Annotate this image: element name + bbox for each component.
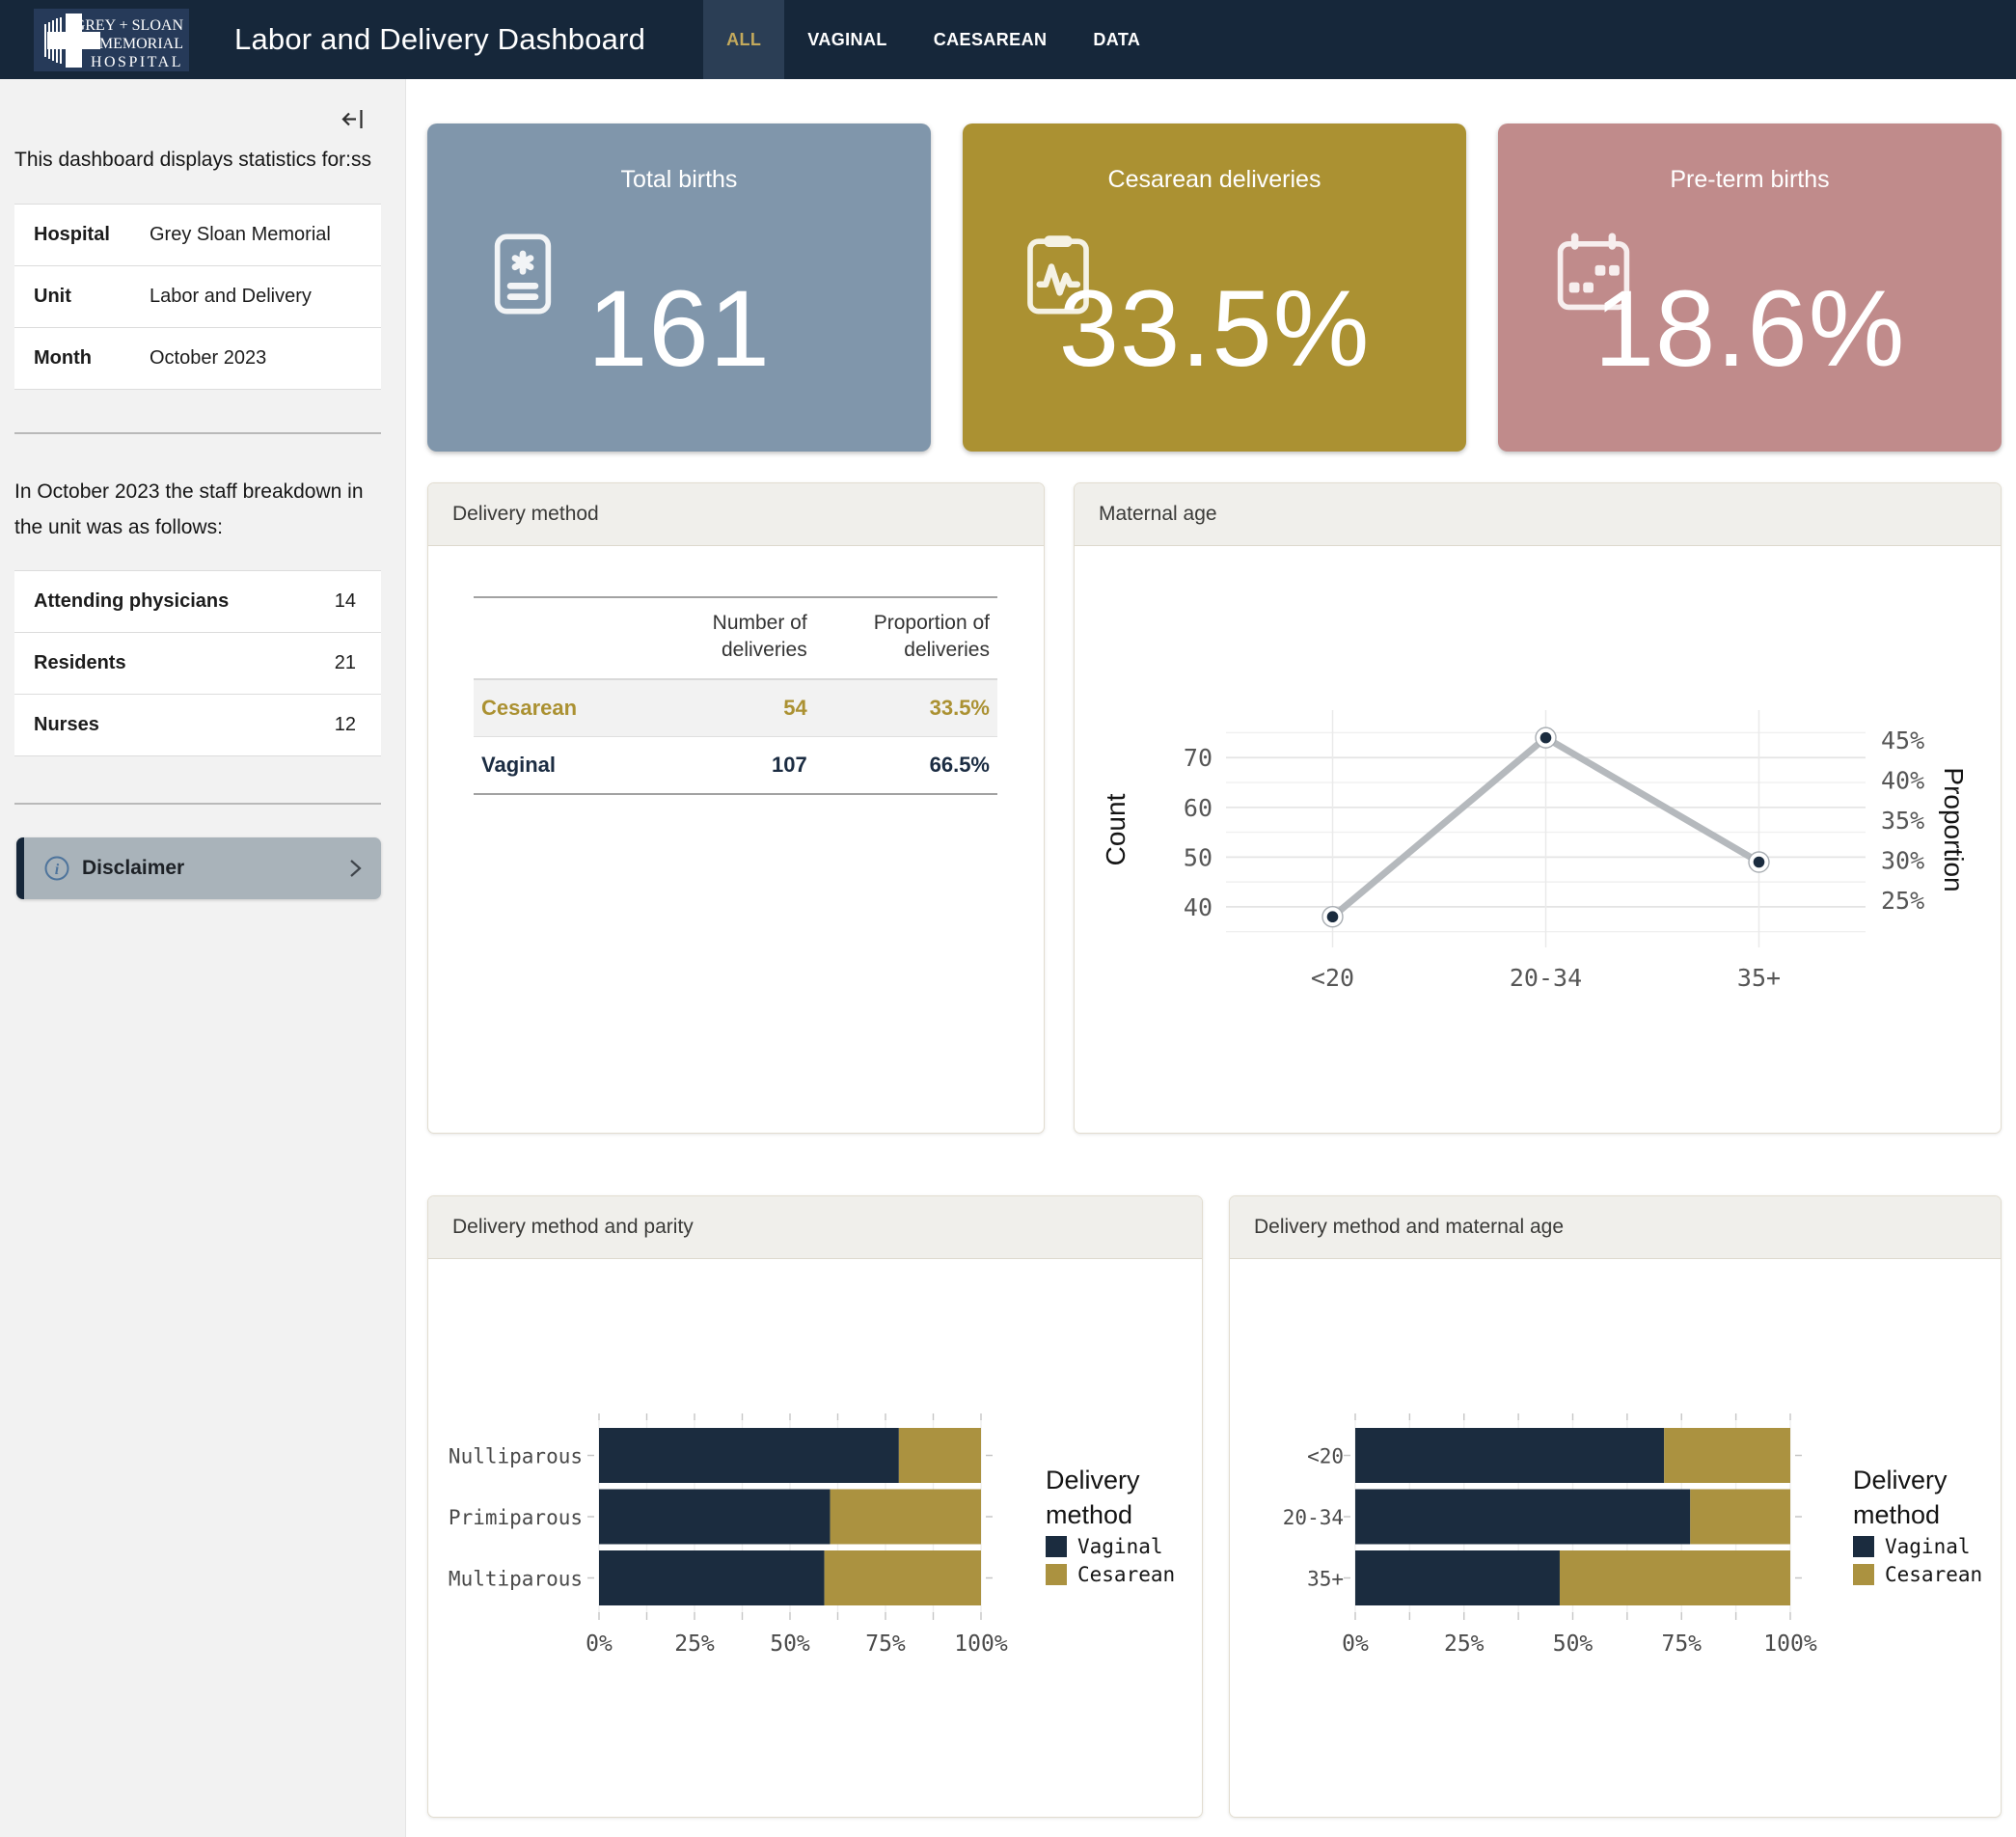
svg-text:Delivery: Delivery [1853, 1466, 1948, 1494]
table-row-cesarean: Cesarean 54 33.5% [474, 679, 997, 737]
svg-text:40: 40 [1184, 893, 1212, 921]
sidebar-intro-text: This dashboard displays statistics for:s… [14, 143, 373, 178]
svg-text:50: 50 [1184, 843, 1212, 871]
delivery-method-maternal-age-chart: <20 20-34 35+ 0% 25% 50% 75% 100% Delivery method… [1230, 1259, 2001, 1817]
staff-table: Attending physicians 14 Residents 21 Nur… [14, 570, 381, 756]
svg-text:Cesarean: Cesarean [1077, 1563, 1175, 1586]
grey-sloan-logo-icon: GREY + SLOAN MEMORIAL HOSPITAL [34, 9, 189, 71]
svg-text:75%: 75% [865, 1631, 906, 1657]
sidebar-collapse-icon[interactable] [341, 106, 367, 143]
table-row: Nurses 12 [14, 695, 381, 756]
navbar: GREY + SLOAN MEMORIAL HOSPITAL Labor and… [0, 0, 2016, 79]
value-box-value: 161 [427, 266, 931, 391]
svg-text:25%: 25% [1881, 887, 1924, 915]
svg-text:Primiparous: Primiparous [449, 1506, 583, 1529]
info-icon: i [43, 855, 70, 882]
table-row: Unit Labor and Delivery [14, 265, 381, 327]
table-row-vaginal: Vaginal 107 66.5% [474, 736, 997, 794]
delivery-method-card: Delivery method Number of deliveries Pro… [427, 482, 1045, 1134]
svg-text:70: 70 [1184, 744, 1212, 772]
svg-text:method: method [1046, 1500, 1132, 1529]
value-box-preterm-births: Pre-term births 18.6% [1498, 123, 2002, 452]
maternal-age-method-card: Delivery method and maternal age <20 20-3… [1229, 1195, 2002, 1818]
svg-text:20-34: 20-34 [1283, 1506, 1344, 1529]
svg-text:Vaginal: Vaginal [1077, 1535, 1163, 1558]
sidebar: This dashboard displays statistics for:s… [0, 79, 406, 1837]
card-title: Delivery method and maternal age [1230, 1196, 2001, 1259]
svg-text:Multiparous: Multiparous [449, 1568, 583, 1591]
svg-text:25%: 25% [674, 1631, 715, 1657]
svg-text:35+: 35+ [1737, 964, 1781, 992]
svg-text:Nulliparous: Nulliparous [449, 1445, 583, 1468]
svg-text:Count: Count [1101, 793, 1131, 865]
value-box-value: 33.5% [963, 266, 1466, 391]
value-box-row: Total births 161 Cesarean deliveries [427, 123, 2002, 452]
svg-text:35+: 35+ [1307, 1568, 1344, 1591]
maternal-age-line-chart: 40 50 60 70 25% 30% 35% 40% 45% <20 20-34 35+ Count P… [1075, 546, 2000, 1133]
parity-card: Delivery method and parity Nulliparous Pr… [427, 1195, 1203, 1818]
tab-all[interactable]: ALL [703, 0, 784, 79]
svg-text:30%: 30% [1881, 846, 1924, 874]
staff-intro-text: In October 2023 the staff breakdown in t… [14, 475, 373, 546]
delivery-method-table: Number of deliveries Proportion of deliv… [474, 596, 997, 795]
svg-text:20-34: 20-34 [1510, 964, 1582, 992]
card-title: Delivery method [428, 483, 1044, 546]
table-row: Attending physicians 14 [14, 571, 381, 633]
value-box-title: Total births [427, 166, 931, 194]
svg-text:i: i [55, 862, 60, 878]
table-row: Month October 2023 [14, 327, 381, 389]
svg-text:<20: <20 [1307, 1445, 1344, 1468]
svg-text:60: 60 [1184, 794, 1212, 822]
disclaimer-accordion-button[interactable]: i Disclaimer [16, 837, 381, 899]
value-box-cesarean-deliveries: Cesarean deliveries 33.5% [963, 123, 1466, 452]
nav-tabs: ALL VAGINAL CAESAREAN DATA [703, 0, 1163, 79]
sidebar-divider [14, 803, 381, 805]
svg-text:40%: 40% [1881, 767, 1924, 795]
svg-text:<20: <20 [1311, 964, 1354, 992]
svg-text:50%: 50% [1553, 1631, 1594, 1657]
unit-info-table: Hospital Grey Sloan Memorial Unit Labor … [14, 204, 381, 390]
hospital-logo: GREY + SLOAN MEMORIAL HOSPITAL [34, 9, 189, 71]
svg-text:Delivery: Delivery [1046, 1466, 1140, 1494]
disclaimer-label: Disclaimer [82, 857, 184, 880]
tab-data[interactable]: DATA [1070, 0, 1163, 79]
maternal-age-card: Maternal age 40 50 60 70 25% 30% 35% 40% 45% <20 2… [1074, 482, 2002, 1134]
svg-text:50%: 50% [770, 1631, 810, 1657]
svg-text:HOSPITAL: HOSPITAL [91, 54, 183, 70]
svg-text:Cesarean: Cesarean [1885, 1563, 1982, 1586]
card-title: Delivery method and parity [428, 1196, 1202, 1259]
svg-text:MEMORIAL: MEMORIAL [99, 36, 183, 52]
svg-text:35%: 35% [1881, 807, 1924, 835]
svg-text:0%: 0% [586, 1631, 613, 1657]
page-title: Labor and Delivery Dashboard [234, 22, 645, 57]
svg-text:100%: 100% [954, 1631, 1008, 1657]
value-box-title: Cesarean deliveries [963, 166, 1466, 194]
delivery-method-parity-chart: Nulliparous Primiparous Multiparous 0% 25% 50… [428, 1259, 1202, 1817]
column-header: Proportion of deliveries [815, 597, 997, 679]
tab-caesarean[interactable]: CAESAREAN [911, 0, 1071, 79]
sidebar-divider [14, 432, 381, 434]
card-title: Maternal age [1075, 483, 2001, 546]
svg-text:45%: 45% [1881, 727, 1924, 754]
svg-text:0%: 0% [1342, 1631, 1369, 1657]
main-content: Total births 161 Cesarean deliveries [406, 79, 2016, 1837]
value-box-value: 18.6% [1498, 266, 2002, 391]
table-row: Residents 21 [14, 633, 381, 695]
svg-text:method: method [1853, 1500, 1940, 1529]
svg-text:100%: 100% [1763, 1631, 1817, 1657]
svg-text:75%: 75% [1661, 1631, 1702, 1657]
value-box-total-births: Total births 161 [427, 123, 931, 452]
svg-text:GREY + SLOAN: GREY + SLOAN [74, 17, 184, 34]
svg-text:Vaginal: Vaginal [1885, 1535, 1971, 1558]
column-header: Number of deliveries [637, 597, 814, 679]
table-row: Hospital Grey Sloan Memorial [14, 204, 381, 265]
chevron-right-icon [346, 856, 364, 881]
svg-text:Proportion: Proportion [1939, 767, 1969, 891]
value-box-title: Pre-term births [1498, 166, 2002, 194]
tab-vaginal[interactable]: VAGINAL [784, 0, 910, 79]
svg-text:25%: 25% [1444, 1631, 1485, 1657]
